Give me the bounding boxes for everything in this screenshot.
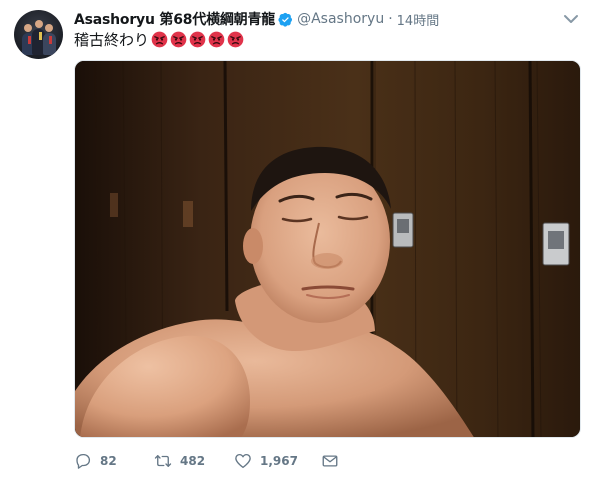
like-button[interactable]: 1,967 [234, 450, 321, 472]
like-count: 1,967 [260, 454, 298, 468]
avatar-figure-head [24, 24, 32, 32]
angry-face-icon [170, 31, 187, 47]
handle[interactable]: @Asashoryu [297, 11, 384, 27]
angry-face-icon [189, 31, 206, 47]
retweet-icon [154, 455, 172, 467]
chevron-down-icon[interactable] [562, 12, 580, 26]
direct-message-button[interactable] [321, 450, 351, 472]
tweet-card[interactable]: Asashoryu 第68代横綱朝青龍 @Asashoryu · 14時間 稽古… [0, 0, 589, 478]
tweet-actions: 82 482 1,967 [74, 450, 351, 472]
display-name[interactable]: Asashoryu 第68代横綱朝青龍 [74, 9, 275, 29]
retweet-count: 482 [180, 454, 206, 468]
avatar-figure-tie [49, 36, 52, 44]
reply-icon [76, 453, 91, 469]
retweet-button[interactable]: 482 [154, 450, 234, 472]
angry-face-icon [208, 31, 225, 47]
tweet-text-content: 稽古終わり [74, 30, 150, 49]
reply-button[interactable]: 82 [74, 450, 154, 472]
tweet-photo[interactable] [74, 60, 581, 438]
avatar-figure-head [45, 24, 53, 32]
reply-count: 82 [100, 454, 117, 468]
envelope-icon [322, 455, 338, 467]
avatar-figure-tie [28, 36, 31, 44]
avatar-figure-tie [39, 32, 42, 40]
heart-icon [235, 453, 251, 469]
photo-illustration [75, 61, 580, 437]
avatar-figure-head [35, 20, 43, 28]
timestamp[interactable]: 14時間 [397, 10, 440, 29]
separator-dot: · [388, 11, 393, 27]
angry-face-icon [151, 31, 168, 47]
emoji-row [151, 31, 246, 48]
tweet-header: Asashoryu 第68代横綱朝青龍 @Asashoryu · 14時間 [74, 9, 439, 29]
angry-face-icon [227, 31, 244, 47]
avatar[interactable] [14, 10, 63, 59]
tweet-text: 稽古終わり [74, 29, 246, 49]
verified-badge-icon [278, 12, 293, 27]
